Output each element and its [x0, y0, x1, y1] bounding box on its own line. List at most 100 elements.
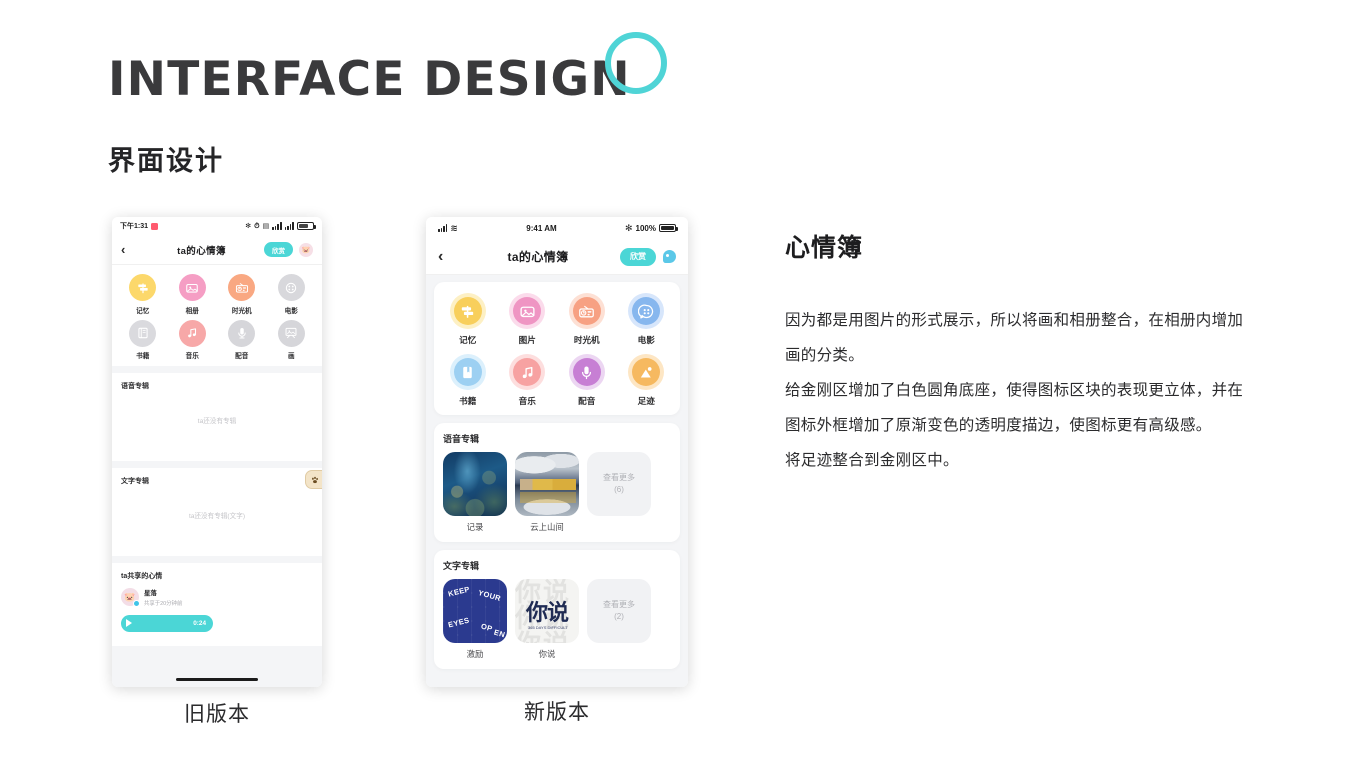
grid-item-label: 时光机: [231, 307, 252, 315]
grid-item-label: 足迹: [637, 396, 655, 406]
shared-user-name: 星落: [144, 590, 157, 597]
avatar[interactable]: 🐷: [299, 242, 313, 257]
verified-badge-icon: [133, 600, 140, 608]
album-item[interactable]: 云上山间: [515, 452, 579, 533]
art-word: YOUR: [476, 587, 502, 604]
grid-item[interactable]: 画: [267, 319, 317, 360]
new-status-bar: ≋ 9:41 AM ✻ 100%: [426, 217, 688, 239]
grid-item-label: 配音: [235, 353, 249, 360]
grid-item[interactable]: 配音: [217, 319, 267, 360]
old-nav-title: ta的心情簿: [177, 245, 226, 257]
old-scroll-body[interactable]: 记忆 相册 时光机 电影 书籍 音乐 配音 画 语音专辑 ta还没有专辑 文字专…: [112, 265, 322, 687]
description-panel: 心情簿 因为都是用图片的形式展示，所以将画和相册整合，在相册内增加画的分类。 给…: [785, 228, 1245, 478]
view-more-box[interactable]: 查看更多 (2): [587, 579, 651, 643]
golden-temple-art[interactable]: [515, 452, 579, 516]
grid-item-label: 电影: [637, 335, 655, 345]
avatar[interactable]: 🐷: [121, 588, 140, 608]
art-caption: 365 DAYS DIFFICULT: [528, 625, 568, 630]
grid-item[interactable]: 图片: [498, 293, 558, 346]
ni-shuo-art[interactable]: 你说你说你说 你说 365 DAYS DIFFICULT: [515, 579, 579, 643]
new-scroll-body[interactable]: 记忆 图片 时光机 电影 书籍 音乐 配音 足迹 语音专辑 记录 云上山间 查看…: [426, 275, 688, 687]
grid-item-ring: [568, 354, 605, 390]
grid-item[interactable]: 时光机: [217, 274, 267, 315]
film-icon: [632, 297, 661, 325]
grid-item[interactable]: 记忆: [438, 293, 498, 346]
appreciate-button[interactable]: 欣赏: [620, 247, 656, 266]
grid-item[interactable]: 记忆: [118, 274, 168, 315]
underwater-art[interactable]: [443, 452, 507, 516]
old-status-bar: 下午1:31 ✻ ⏱ ▤: [112, 217, 322, 235]
view-more-voice[interactable]: 查看更多 (6): [587, 452, 651, 533]
book-icon: [453, 358, 482, 386]
film-icon: [277, 274, 305, 301]
album-item[interactable]: KEEP YOUR EYES OP EN 激励: [443, 579, 507, 660]
grid-item[interactable]: 音乐: [498, 354, 558, 407]
view-more-count: (2): [614, 612, 624, 621]
description-paragraph: 因为都是用图片的形式展示，所以将画和相册整合，在相册内增加画的分类。: [785, 312, 1244, 364]
new-text-album-section: 文字专辑 KEEP YOUR EYES OP EN 激励 你说你说 你说 365…: [434, 550, 680, 669]
radio-icon: [228, 274, 256, 301]
grid-item[interactable]: 配音: [557, 354, 617, 407]
grid-item-ring: [509, 354, 546, 390]
music-icon: [178, 319, 206, 347]
album-item[interactable]: 你说你说你说 你说 365 DAYS DIFFICULT 你说: [515, 579, 579, 660]
bluetooth-icon: ✻: [245, 222, 252, 230]
new-nav-bar: ‹ ta的心情簿 欣赏: [426, 239, 688, 275]
grid-item[interactable]: 音乐: [168, 319, 218, 360]
title-with-ring: INTERFACE DESIGN: [108, 32, 667, 103]
section-title: 文字专辑: [121, 478, 149, 485]
grid-item-ring: [449, 354, 486, 390]
grid-item-label: 相册: [185, 307, 199, 315]
section-title: 语音专辑: [443, 434, 480, 444]
play-icon[interactable]: [126, 619, 132, 627]
appreciate-button[interactable]: 欣赏: [264, 242, 293, 257]
old-status-time: 下午1:31: [120, 223, 149, 230]
teal-ring-icon: [604, 32, 667, 94]
signpost-icon: [453, 297, 482, 325]
old-status-left: 下午1:31: [120, 221, 159, 231]
slide-header: INTERFACE DESIGN 界面设计: [108, 32, 667, 178]
grid-item[interactable]: 电影: [267, 274, 317, 315]
audio-player[interactable]: 0:24: [121, 614, 213, 632]
music-icon: [513, 358, 542, 386]
caption-old-version: 旧版本: [184, 703, 250, 726]
grid-item-label: 配音: [578, 396, 596, 406]
description-body: 因为都是用图片的形式展示，所以将画和相册整合，在相册内增加画的分类。 给金刚区增…: [785, 304, 1245, 478]
radio-icon: [572, 297, 601, 325]
sim-icon: ▤: [262, 222, 270, 230]
new-voice-album-section: 语音专辑 记录 云上山间 查看更多 (6): [434, 423, 680, 542]
grid-item-label: 时光机: [573, 335, 600, 345]
grid-item[interactable]: 书籍: [438, 354, 498, 407]
art-ghost-texture: 你说你说你说: [515, 579, 572, 643]
grid-item[interactable]: 相册: [168, 274, 218, 315]
grid-item-ring: [509, 293, 546, 329]
grid-item-label: 图片: [518, 335, 536, 345]
old-nav-bar: ‹ ta的心情簿 欣赏 🐷: [112, 235, 322, 265]
paw-icon[interactable]: [305, 470, 322, 489]
grid-item[interactable]: 书籍: [118, 319, 168, 360]
alarm-icon: ⏱: [254, 222, 260, 230]
art-word: KEEP: [447, 584, 471, 599]
shared-user-row[interactable]: 🐷 星落 共享于20分钟前: [121, 588, 313, 608]
view-more-label: 查看更多: [603, 600, 635, 609]
grid-item[interactable]: 时光机: [557, 293, 617, 346]
grid-item[interactable]: 电影: [617, 293, 677, 346]
back-button[interactable]: ‹: [121, 243, 139, 256]
section-title: ta共享的心情: [121, 573, 163, 580]
grid-item[interactable]: 足迹: [617, 354, 677, 407]
album-item-label: 记录: [466, 522, 484, 532]
voice-album-thumbs: 记录 云上山间 查看更多 (6): [443, 452, 671, 533]
album-item[interactable]: 记录: [443, 452, 507, 533]
grid-item-label: 记忆: [136, 307, 150, 315]
view-more-text[interactable]: 查看更多 (2): [587, 579, 651, 660]
old-shared-mood-section: ta共享的心情 🐷 星落 共享于20分钟前 0:24: [112, 563, 322, 646]
description-paragraph: 给金刚区增加了白色圆角底座，使得图标区块的表现更立体，并在图标外框增加了原渐变色…: [785, 381, 1244, 434]
view-more-box[interactable]: 查看更多 (6): [587, 452, 651, 516]
old-version-phone-mockup: 下午1:31 ✻ ⏱ ▤ ‹ ta的心情簿 欣赏 🐷 记忆 相册 时光机 电影 …: [112, 217, 322, 687]
grid-item-label: 音乐: [185, 353, 199, 360]
page-subtitle: 界面设计: [108, 146, 224, 176]
back-button[interactable]: ‹: [438, 248, 456, 265]
bird-icon[interactable]: [662, 250, 676, 264]
keep-your-eyes-open-art[interactable]: KEEP YOUR EYES OP EN: [443, 579, 507, 643]
old-status-right: ✻ ⏱ ▤: [245, 222, 316, 230]
